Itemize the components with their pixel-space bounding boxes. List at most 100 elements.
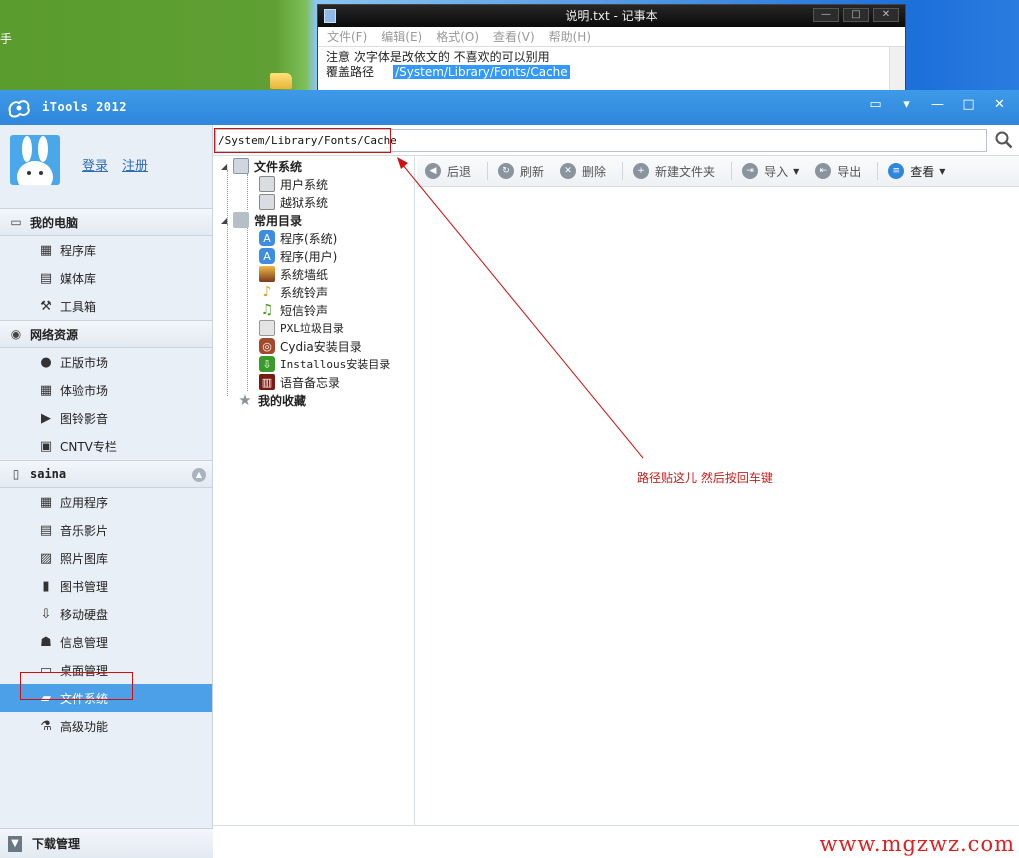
globe-icon: ◉	[10, 327, 22, 341]
menu-view[interactable]: 查看(V)	[493, 27, 535, 46]
menu-format[interactable]: 格式(O)	[436, 27, 479, 46]
tree-node-ringtones[interactable]: ♪ 系统铃声	[259, 283, 328, 301]
computer-icon: ▭	[10, 215, 22, 229]
section-device[interactable]: ▯ saina ▲	[0, 460, 212, 488]
desktop-folder-icon[interactable]	[270, 73, 292, 89]
minimize-icon[interactable]: —	[922, 93, 953, 115]
avatar[interactable]	[10, 135, 60, 185]
tree-label: Cydia安装目录	[280, 339, 362, 354]
notepad-menubar: 文件(F) 编辑(E) 格式(O) 查看(V) 帮助(H)	[318, 27, 905, 47]
tree-label: PXL垃圾目录	[280, 322, 344, 335]
path-label: 覆盖路径	[326, 65, 375, 79]
tree-node-filesystem[interactable]: ◢ 文件系统	[221, 157, 302, 175]
sidebar-item-photos[interactable]: ▨ 照片图库	[0, 544, 212, 572]
tree-node-pxl-trash[interactable]: PXL垃圾目录	[259, 319, 344, 337]
sidebar-item-media-library[interactable]: ▤ 媒体库	[0, 264, 212, 292]
section-network-resources[interactable]: ◉ 网络资源	[0, 320, 212, 348]
notepad-icon	[324, 9, 336, 23]
appstore-icon: A	[259, 230, 275, 246]
menu-edit[interactable]: 编辑(E)	[381, 27, 422, 46]
notepad-line-2: 覆盖路径 /System/Library/Fonts/Cache	[326, 65, 897, 80]
close-icon[interactable]: ✕	[984, 93, 1015, 115]
music-note-icon: ♫	[260, 302, 274, 318]
tree-label: Installous安装目录	[280, 358, 391, 371]
sidebar-item-books[interactable]: ▮ 图书管理	[0, 572, 212, 600]
maximize-icon[interactable]: □	[953, 93, 984, 115]
tree-node-cydia[interactable]: ◎ Cydia安装目录	[259, 337, 362, 355]
expand-arrow-icon[interactable]: ◢	[221, 162, 233, 171]
refresh-button[interactable]: ↻ 刷新	[498, 163, 544, 180]
export-button[interactable]: ⇤ 导出	[815, 163, 861, 180]
tree-node-voice-memos[interactable]: ▥ 语音备忘录	[259, 373, 340, 391]
desktop-text-fragment: 手	[0, 32, 13, 46]
grid-icon: ▦	[39, 242, 53, 258]
search-icon[interactable]	[995, 131, 1013, 149]
tree-node-sms-tones[interactable]: ♫ 短信铃声	[259, 301, 328, 319]
notepad-titlebar[interactable]: 说明.txt - 记事本 — □ ✕	[318, 5, 905, 27]
section-label: 网络资源	[30, 327, 79, 342]
notepad-scrollbar[interactable]	[889, 47, 905, 91]
back-arrow-icon: ◀	[425, 163, 441, 179]
expand-arrow-icon[interactable]: ◢	[221, 216, 233, 225]
wrench-icon: ⚒	[40, 298, 52, 314]
refresh-icon: ↻	[498, 163, 515, 179]
maximize-icon[interactable]: □	[843, 8, 869, 22]
chevron-down-icon[interactable]: ▼	[939, 167, 945, 176]
sidebar-item-mobile-disk[interactable]: ⇩ 移动硬盘	[0, 600, 212, 628]
file-list-area[interactable]	[417, 187, 1019, 828]
usb-icon: ⇩	[40, 606, 52, 622]
feedback-icon[interactable]: ▭	[860, 93, 891, 115]
rabbit-icon	[17, 136, 53, 185]
sidebar-item-music-video[interactable]: ▤ 音乐影片	[0, 516, 212, 544]
menu-file[interactable]: 文件(F)	[327, 27, 367, 46]
sidebar-item-toolbox[interactable]: ⚒ 工具箱	[0, 292, 212, 320]
tree-node-favorites[interactable]: ★ 我的收藏	[237, 391, 306, 409]
menu-help[interactable]: 帮助(H)	[549, 27, 591, 46]
sidebar-item-trial-market[interactable]: ▦ 体验市场	[0, 376, 212, 404]
tree-node-wallpaper[interactable]: 系统墙纸	[259, 265, 328, 283]
sidebar-item-info-manager[interactable]: ☗ 信息管理	[0, 628, 212, 656]
tree-node-common-dirs[interactable]: ◢ 常用目录	[221, 211, 302, 229]
tree-node-user-system[interactable]: 用户系统	[259, 175, 328, 193]
download-manager[interactable]: ▼ 下载管理	[0, 828, 213, 858]
sidebar-item-applications[interactable]: ▦ 应用程序	[0, 488, 212, 516]
itools-titlebar[interactable]: iTools 2012 ▭ ▾ — □ ✕	[0, 90, 1019, 125]
login-link[interactable]: 登录	[82, 155, 108, 174]
tree-node-installous[interactable]: ⇩ Installous安装目录	[259, 355, 390, 373]
view-button[interactable]: ≡ 查看 ▼	[888, 163, 945, 180]
sidebar-item-app-library[interactable]: ▦ 程序库	[0, 236, 212, 264]
photo-icon: ▨	[39, 550, 53, 566]
sidebar-item-ringtones-media[interactable]: ▶ 图铃影音	[0, 404, 212, 432]
section-my-computer[interactable]: ▭ 我的电脑	[0, 208, 212, 236]
delete-button[interactable]: ✕ 删除	[560, 163, 606, 180]
itools-logo-icon	[8, 100, 30, 118]
selected-path-text[interactable]: /System/Library/Fonts/Cache	[393, 65, 570, 79]
section-label: 我的电脑	[30, 215, 79, 230]
notepad-text-area[interactable]: 注意 次字体是改依文的 不喜欢的可以别用 覆盖路径 /System/Librar…	[318, 47, 905, 91]
back-button[interactable]: ◀ 后退	[425, 163, 471, 180]
new-folder-button[interactable]: + 新建文件夹	[633, 163, 715, 180]
chevron-down-icon[interactable]: ▼	[793, 167, 799, 176]
trash-icon	[259, 320, 275, 336]
menu-dropdown-icon[interactable]: ▾	[891, 93, 922, 115]
minimize-icon[interactable]: —	[813, 8, 839, 22]
import-button[interactable]: ⇥ 导入 ▼	[742, 163, 799, 180]
highlight-box-path	[214, 128, 391, 153]
sidebar-item-cntv[interactable]: ▣ CNTV专栏	[0, 432, 212, 460]
tree-node-user-apps[interactable]: A 程序(用户)	[259, 247, 337, 265]
sidebar-item-advanced[interactable]: ⚗ 高级功能	[0, 712, 212, 740]
tree-node-jailbreak-system[interactable]: 越狱系统	[259, 193, 328, 211]
tree-node-system-apps[interactable]: A 程序(系统)	[259, 229, 337, 247]
eject-icon[interactable]: ▲	[192, 468, 206, 482]
file-toolbar: ◀ 后退 ↻ 刷新 ✕ 删除 + 新建文件夹 ⇥ 导入 ▼ ⇤ 导出 ≡ 查看 …	[417, 156, 1019, 187]
sidebar-item-label: 高级功能	[60, 719, 109, 734]
sidebar-item-app-store[interactable]: ● 正版市场	[0, 348, 212, 376]
annotation-text: 路径贴这儿 然后按回车键	[637, 471, 773, 485]
register-link[interactable]: 注册	[122, 155, 148, 174]
download-icon: ▼	[8, 835, 22, 852]
tree-label: 我的收藏	[258, 393, 307, 408]
close-icon[interactable]: ✕	[873, 8, 899, 22]
delete-icon: ✕	[560, 163, 577, 179]
tree-label: 文件系统	[254, 159, 303, 174]
notepad-window: 说明.txt - 记事本 — □ ✕ 文件(F) 编辑(E) 格式(O) 查看(…	[317, 4, 906, 94]
